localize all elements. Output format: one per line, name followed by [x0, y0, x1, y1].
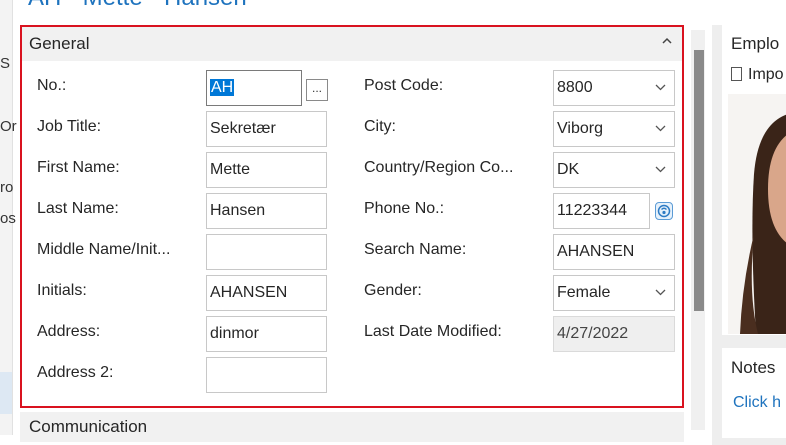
post-code-select[interactable]: 8800	[553, 70, 675, 106]
chevron-down-icon[interactable]	[655, 276, 666, 310]
import-action[interactable]: Impo	[731, 66, 784, 84]
city-value: Viborg	[557, 120, 603, 137]
background-text-fragment: Or	[0, 118, 17, 135]
phone-dial-icon[interactable]	[655, 202, 673, 220]
city-select[interactable]: Viborg	[553, 111, 675, 147]
background-text-fragment: S	[0, 55, 11, 72]
country-select[interactable]: DK	[553, 152, 675, 188]
first-name-label: First Name:	[37, 159, 120, 176]
job-title-input[interactable]: Sekretær	[206, 111, 327, 147]
notes-add-link[interactable]: Click h	[733, 394, 781, 412]
last-modified-label: Last Date Modified:	[364, 323, 502, 340]
document-icon	[731, 67, 742, 81]
background-page-strip: S Or ro os	[0, 0, 17, 435]
middle-name-input[interactable]	[206, 234, 327, 270]
middle-name-label: Middle Name/Init...	[37, 241, 171, 258]
address2-label: Address 2:	[37, 364, 114, 381]
address-input[interactable]: dinmor	[206, 316, 327, 352]
chevron-down-icon[interactable]	[655, 112, 666, 146]
search-name-label: Search Name:	[364, 241, 467, 258]
background-selected-row	[0, 372, 12, 414]
initials-label: Initials:	[37, 282, 87, 299]
last-name-input[interactable]: Hansen	[206, 193, 327, 229]
job-title-label: Job Title:	[37, 118, 102, 135]
country-value: DK	[557, 161, 580, 178]
address2-input[interactable]	[206, 357, 327, 393]
no-assist-button[interactable]: ...	[306, 79, 328, 101]
notes-title[interactable]: Notes	[731, 358, 775, 378]
chevron-up-icon[interactable]	[662, 33, 672, 48]
no-input-selected-text: AH	[210, 79, 235, 96]
city-label: City:	[364, 118, 396, 135]
gender-label: Gender:	[364, 282, 422, 299]
last-name-label: Last Name:	[37, 200, 119, 217]
employee-photo	[728, 94, 786, 334]
general-fasttab-header[interactable]: General	[22, 27, 682, 61]
background-text-fragment: ro	[0, 179, 14, 196]
initials-input[interactable]: AHANSEN	[206, 275, 327, 311]
phone-label: Phone No.:	[364, 200, 445, 217]
no-label: No.:	[37, 77, 67, 94]
no-input[interactable]: AH	[206, 70, 302, 106]
search-name-input[interactable]: AHANSEN	[553, 234, 675, 270]
page-title: AH · Mette · Hansen	[28, 0, 247, 12]
background-text-fragment: os	[0, 210, 16, 227]
address-label: Address:	[37, 323, 101, 340]
employee-picture-title[interactable]: Emplo	[731, 34, 779, 54]
post-code-label: Post Code:	[364, 77, 444, 94]
country-label: Country/Region Co...	[364, 159, 514, 176]
post-code-value: 8800	[557, 79, 593, 96]
chevron-down-icon[interactable]	[655, 153, 666, 187]
gender-value: Female	[557, 284, 611, 301]
general-fasttab-title: General	[29, 34, 90, 53]
last-modified-value: 4/27/2022	[553, 316, 675, 352]
communication-fasttab-header[interactable]: Communication	[20, 412, 684, 442]
first-name-input[interactable]: Mette	[206, 152, 327, 188]
phone-input[interactable]: 11223344	[553, 193, 650, 229]
scrollbar-thumb[interactable]	[694, 50, 704, 311]
import-label: Impo	[748, 66, 784, 83]
chevron-down-icon[interactable]	[655, 71, 666, 105]
gender-select[interactable]: Female	[553, 275, 675, 311]
